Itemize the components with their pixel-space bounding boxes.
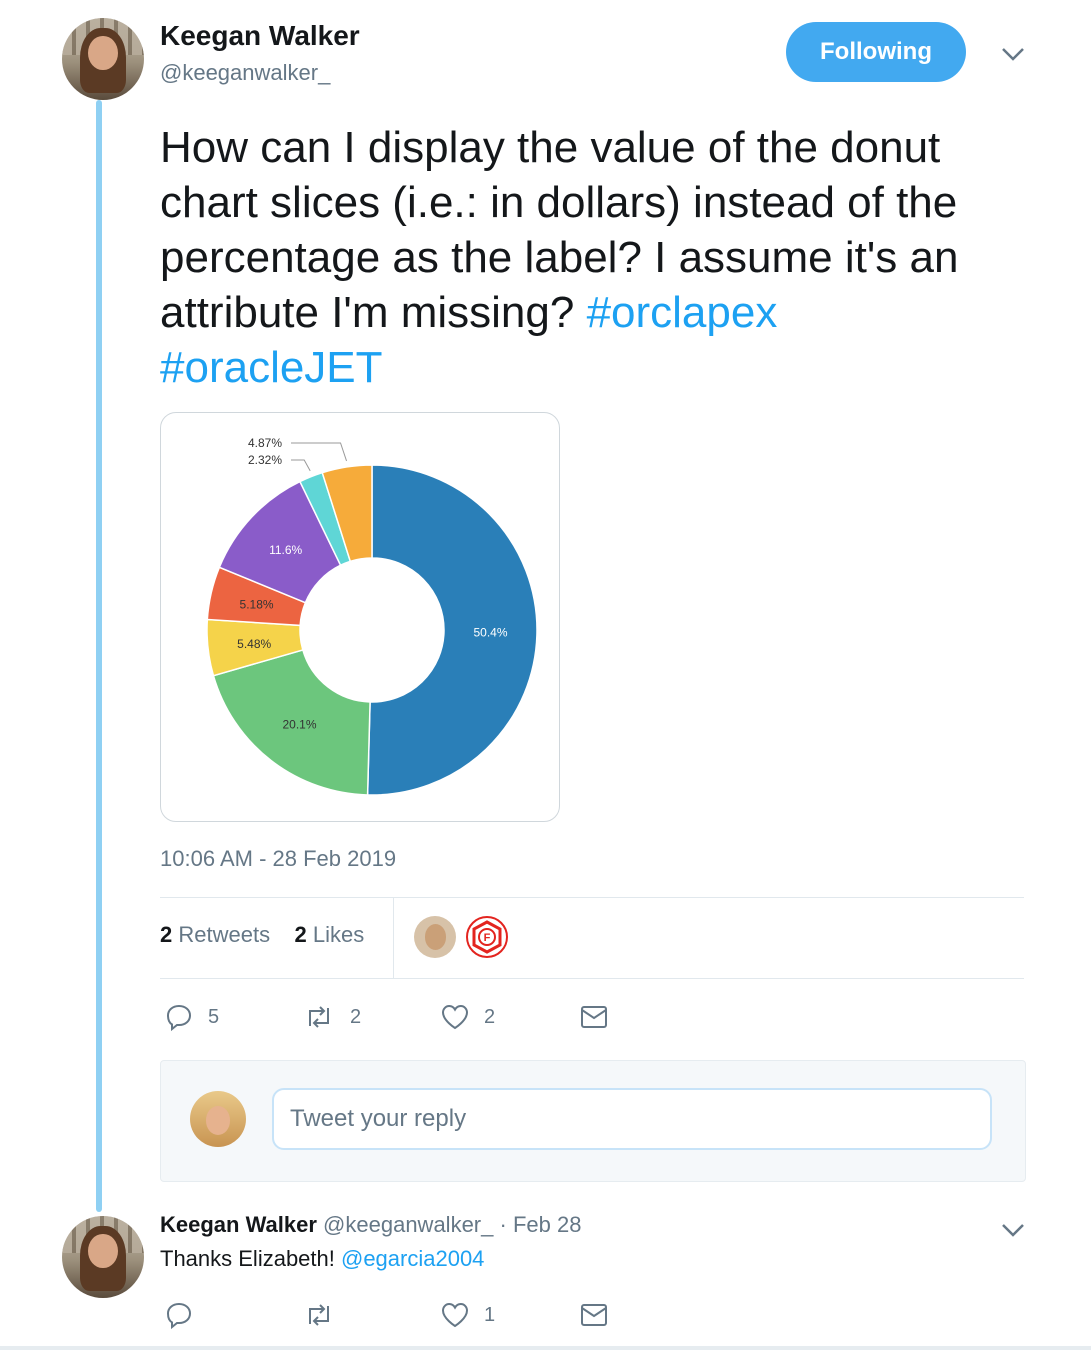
hashtag-oraclejet[interactable]: #oracleJET [160, 343, 383, 392]
tweet-stats: 2 Retweets 2 Likes [160, 922, 364, 948]
slice-label: 5.48% [237, 637, 271, 651]
retweet-icon [309, 1006, 329, 1028]
following-button[interactable]: Following [786, 22, 966, 82]
slice-label: 5.18% [240, 597, 274, 611]
mention-egarcia2004[interactable]: @egarcia2004 [341, 1246, 484, 1271]
likes-stat[interactable]: 2 Likes [295, 922, 365, 947]
reply-action[interactable]: 5 [164, 1002, 219, 1032]
reply-author-handle[interactable]: @keeganwalker_ [323, 1212, 493, 1237]
thread-connector-line [96, 100, 102, 1212]
slice-label: 50.4% [473, 626, 507, 640]
reply-input[interactable] [272, 1088, 992, 1150]
divider [160, 897, 1024, 898]
leader-line [291, 442, 348, 462]
retweet-action[interactable]: 2 [302, 1002, 361, 1032]
retweet-count: 2 [350, 1005, 362, 1028]
liker-avatar[interactable] [414, 916, 456, 958]
slice-label: 4.87% [248, 436, 282, 450]
dm-action[interactable] [580, 1002, 608, 1032]
reply-header: Keegan Walker @keeganwalker_ · Feb 28 [160, 1212, 581, 1238]
chevron-down-icon[interactable] [998, 44, 1028, 64]
slice-label: 11.6% [269, 543, 302, 557]
leader-line [291, 459, 311, 472]
like-count: 2 [484, 1005, 496, 1028]
reply-author-name[interactable]: Keegan Walker [160, 1212, 317, 1237]
reply-text: Thanks Elizabeth! @egarcia2004 [160, 1246, 484, 1272]
author-handle[interactable]: @keeganwalker_ [160, 60, 330, 86]
reply-icon [166, 1302, 192, 1330]
tweet-text: How can I display the value of the donut… [160, 120, 1040, 395]
envelope-icon [581, 1006, 607, 1028]
reply-count: 5 [208, 1005, 220, 1028]
tweet-body: How can I display the value of the donut… [160, 123, 959, 337]
retweets-stat[interactable]: 2 Retweets [160, 922, 270, 947]
reply-author-avatar[interactable] [62, 1216, 144, 1298]
stats-divider [393, 898, 394, 978]
donut-chart: 50.4% 20.1% 5.48% 5.18% 11.6% 2.32% 4.87% [206, 436, 538, 796]
divider [160, 978, 1024, 979]
reply-action[interactable] [164, 1300, 194, 1330]
tweet-media-chart[interactable]: 50.4% 20.1% 5.48% 5.18% 11.6% 2.32% 4.87% [160, 412, 560, 822]
heart-icon [441, 1004, 469, 1030]
reply-date[interactable]: · Feb 28 [500, 1212, 582, 1237]
author-name[interactable]: Keegan Walker [160, 20, 360, 52]
dm-action[interactable] [580, 1300, 608, 1330]
f-logo-icon[interactable]: F [466, 916, 508, 958]
svg-text:F: F [484, 932, 491, 944]
donut-slice[interactable] [366, 464, 538, 796]
current-user-avatar[interactable] [190, 1091, 246, 1147]
like-count: 1 [484, 1303, 496, 1326]
chevron-down-icon[interactable] [998, 1220, 1028, 1240]
envelope-icon [581, 1304, 607, 1326]
slice-label: 2.32% [248, 453, 282, 467]
bottom-divider [0, 1346, 1091, 1350]
reply-body: Thanks Elizabeth! [160, 1246, 341, 1271]
retweet-icon [309, 1304, 329, 1326]
hashtag-orclapex[interactable]: #orclapex [587, 288, 778, 337]
tweet-timestamp[interactable]: 10:06 AM - 28 Feb 2019 [160, 846, 396, 872]
reply-icon [166, 1004, 192, 1032]
author-avatar[interactable] [62, 18, 144, 100]
heart-icon [441, 1302, 469, 1328]
retweet-action[interactable] [302, 1300, 336, 1330]
like-action[interactable]: 2 [440, 1002, 495, 1032]
slice-label: 20.1% [282, 718, 316, 732]
like-action[interactable]: 1 [440, 1300, 495, 1330]
